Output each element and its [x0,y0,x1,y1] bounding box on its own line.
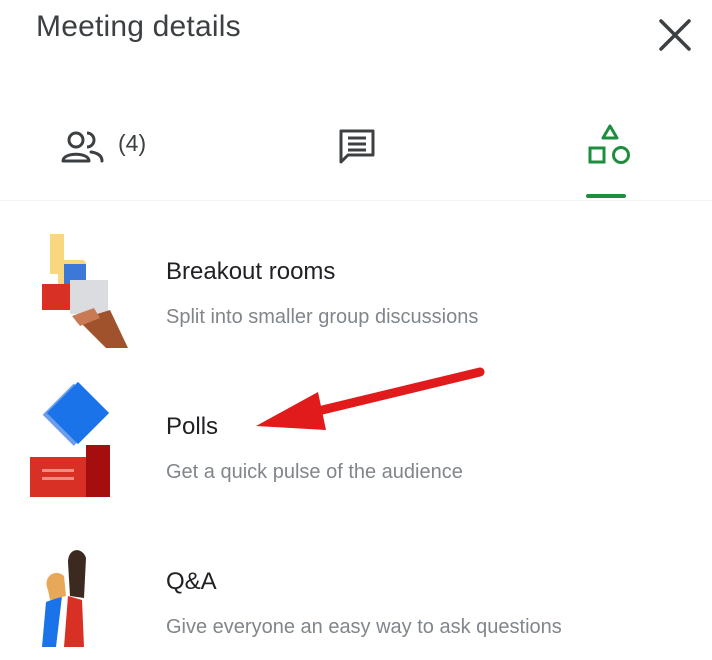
close-button[interactable] [650,10,700,60]
polls-illustration [30,381,110,497]
item-title: Q&A [166,568,217,595]
item-description: Give everyone an easy way to ask questio… [166,616,562,638]
people-icon [61,131,104,163]
active-tab-indicator [586,194,626,198]
tab-activities[interactable] [566,110,656,202]
item-description: Get a quick pulse of the audience [166,461,463,483]
tab-bar: (4) [0,110,712,202]
activities-icon [588,124,630,164]
panel-header: Meeting details [0,0,712,80]
item-title: Polls [166,413,219,440]
tab-divider [0,200,712,201]
activity-item-polls[interactable]: Polls Get a quick pulse of the audience [0,375,712,505]
qa-illustration [42,550,86,647]
activity-item-breakout-rooms[interactable]: Breakout rooms Split into smaller group … [0,220,712,350]
item-title: Breakout rooms [166,258,336,285]
close-icon [659,19,691,51]
panel-title: Meeting details [36,10,241,43]
chat-icon [339,129,375,164]
tab-people[interactable]: (4) [48,110,198,202]
item-description: Split into smaller group discussions [166,306,479,328]
participant-count: (4) [118,130,147,156]
activity-item-qa[interactable]: Q&A Give everyone an easy way to ask que… [0,530,712,660]
tab-chat[interactable] [320,110,400,202]
breakout-rooms-illustration [42,234,128,348]
